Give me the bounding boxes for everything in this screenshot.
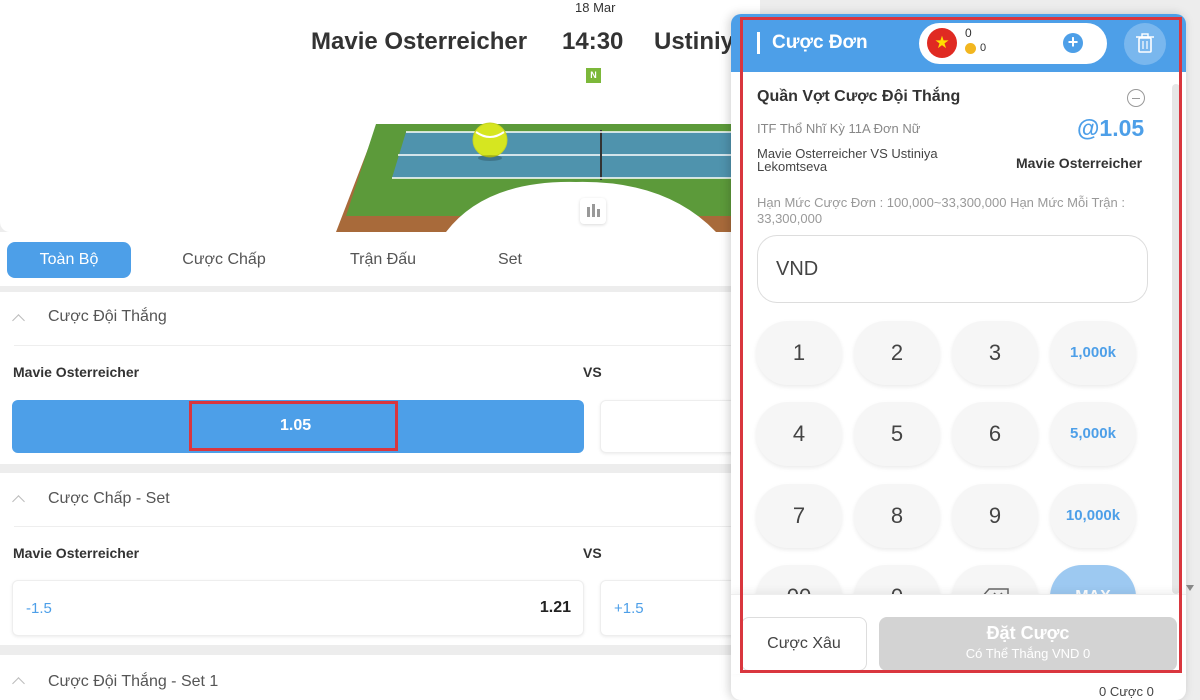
match-date: 18 Mar xyxy=(575,0,616,15)
chevron-up-icon[interactable] xyxy=(12,677,25,690)
market-tabs: Toàn Bộ Cược Chấp Trận Đấu Set xyxy=(0,232,760,286)
match-header: 18 Mar Mavie Osterreicher 14:30 Ustiniy … xyxy=(0,0,776,232)
tennis-court-image xyxy=(336,120,776,232)
home-team-name: Mavie Osterreicher xyxy=(311,28,528,55)
market-match-winner: Cược Đội Thắng Mavie Osterreicher VS 1.0… xyxy=(0,292,760,464)
market-set1-winner: Cược Đội Thắng - Set 1 xyxy=(0,655,760,700)
market-title[interactable]: Cược Đội Thắng - Set 1 xyxy=(48,673,218,691)
market-set-handicap: Cược Chấp - Set Mavie Osterreicher VS -1… xyxy=(0,473,760,645)
bar-chart-icon xyxy=(587,204,600,217)
bet-count: 0 Cược 0 xyxy=(1099,684,1154,699)
odds-value: 1.21 xyxy=(539,599,571,616)
tab-match[interactable]: Trận Đấu xyxy=(320,242,446,278)
chevron-up-icon[interactable] xyxy=(12,314,25,327)
handicap-value: -1.5 xyxy=(26,600,52,617)
tab-all[interactable]: Toàn Bộ xyxy=(7,242,131,278)
handicap-value: +1.5 xyxy=(614,600,644,617)
stats-button[interactable] xyxy=(580,198,606,224)
panel-highlight-box xyxy=(740,17,1182,673)
chevron-up-icon[interactable] xyxy=(12,495,25,508)
tab-handicap[interactable]: Cược Chấp xyxy=(160,242,288,278)
tab-set[interactable]: Set xyxy=(470,242,550,278)
home-handicap-button[interactable]: -1.5 1.21 xyxy=(12,580,584,636)
highlight-box xyxy=(189,401,398,451)
market-title[interactable]: Cược Chấp - Set xyxy=(48,490,170,508)
away-team-name: Ustiniy xyxy=(654,28,735,55)
team-label: Mavie Osterreicher xyxy=(13,545,140,561)
match-time: 14:30 xyxy=(562,28,624,55)
vs-label: VS xyxy=(583,545,602,561)
market-title[interactable]: Cược Đội Thắng xyxy=(48,308,167,326)
vs-label: VS xyxy=(583,364,602,380)
neutral-badge: N xyxy=(586,68,601,83)
scroll-down-arrow-icon[interactable] xyxy=(1186,585,1194,591)
team-label: Mavie Osterreicher xyxy=(13,364,140,380)
